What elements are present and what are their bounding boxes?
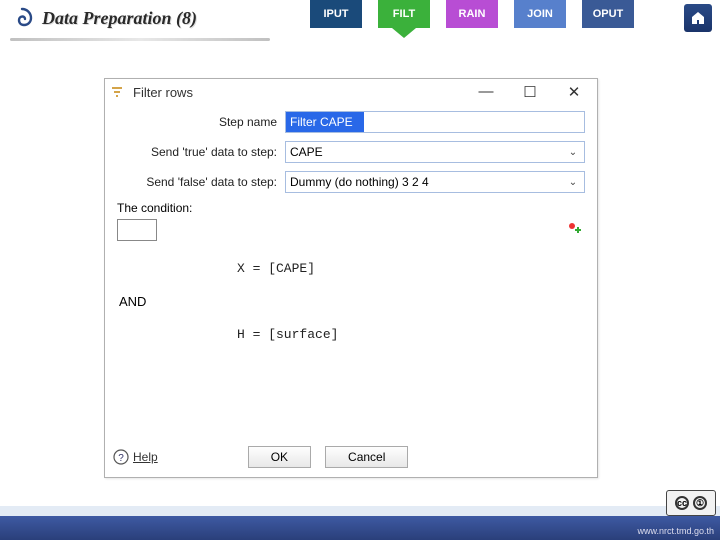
footer-bar: www.nrct.tmd.go.th cc①: [0, 506, 720, 540]
expression-2: H = [surface]: [237, 327, 585, 342]
minimize-button[interactable]: —: [477, 83, 495, 101]
dialog-titlebar: Filter rows — ☐ ✕: [105, 79, 597, 105]
tab-join[interactable]: JOIN: [514, 0, 566, 28]
chevron-down-icon[interactable]: ⌄: [566, 177, 580, 188]
send-true-label: Send 'true' data to step:: [117, 145, 285, 159]
cancel-button[interactable]: Cancel: [325, 446, 408, 468]
expression-1: X = [CAPE]: [237, 261, 585, 276]
help-label: Help: [133, 450, 158, 464]
tab-rain[interactable]: RAIN: [446, 0, 498, 28]
ok-button[interactable]: OK: [248, 446, 311, 468]
chevron-down-icon[interactable]: ⌄: [566, 147, 580, 158]
filter-icon: [111, 85, 127, 99]
cc-license-badge: cc①: [666, 490, 716, 516]
send-false-label: Send 'false' data to step:: [117, 175, 285, 189]
true-target-combo[interactable]: CAPE ⌄: [285, 141, 585, 163]
condition-label: The condition:: [117, 201, 585, 215]
step-name-label: Step name: [117, 115, 285, 129]
true-target-value: CAPE: [290, 145, 323, 159]
help-icon: ?: [113, 449, 129, 465]
page-title: Data Preparation (8): [42, 8, 197, 29]
tab-oput[interactable]: OPUT: [582, 0, 634, 28]
tab-iput[interactable]: IPUT: [310, 0, 362, 28]
add-condition-icon[interactable]: [567, 221, 583, 237]
footer-url: www.nrct.tmd.go.th: [637, 526, 714, 536]
tab-filt[interactable]: FILT: [378, 0, 430, 28]
false-target-combo[interactable]: Dummy (do nothing) 3 2 4 ⌄: [285, 171, 585, 193]
dialog-title: Filter rows: [133, 85, 193, 100]
swirl-icon: [10, 6, 34, 30]
and-operator: AND: [119, 294, 585, 309]
condition-field-box[interactable]: [117, 219, 157, 241]
title-rule: [10, 38, 270, 41]
maximize-button[interactable]: ☐: [521, 83, 539, 101]
false-target-value: Dummy (do nothing) 3 2 4: [290, 175, 429, 189]
close-button[interactable]: ✕: [565, 83, 583, 101]
step-name-input[interactable]: [285, 111, 585, 133]
help-link[interactable]: ? Help: [113, 449, 158, 465]
home-icon[interactable]: [684, 4, 712, 32]
svg-text:?: ?: [118, 453, 124, 464]
filter-rows-dialog: Filter rows — ☐ ✕ Step name Send 'true' …: [104, 78, 598, 478]
